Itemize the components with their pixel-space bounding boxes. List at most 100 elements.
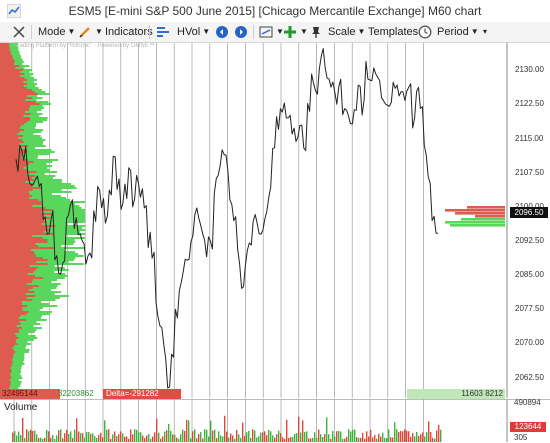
volume-bar [158,432,160,442]
volume-bar [366,431,368,442]
sell-profile-bar [0,63,14,65]
sell-profile-bar [0,297,27,299]
sell-profile-bar [0,167,24,169]
volume-bar [258,436,260,442]
volume-bar [348,429,350,442]
volume-axis-tick: 305 [514,433,528,442]
draw-dropdown-chevron-icon[interactable]: ▼ [95,22,103,42]
volume-bar [90,433,92,442]
volume-bar [78,431,80,442]
volume-bar [274,437,276,442]
sell-profile-bar [0,307,23,309]
volume-bar [38,438,40,442]
volume-bar [268,429,270,442]
sell-profile-bar [0,283,27,285]
sell-profile-bar [0,105,31,107]
period-dropdown[interactable]: Period ▼ [437,22,479,42]
volume-bar [278,430,280,442]
sell-profile-bar [0,243,36,245]
scroll-back-icon[interactable] [215,25,229,39]
sell-profile-bar [0,253,36,255]
sell-profile-bar [0,207,46,209]
add-plus-icon[interactable] [283,25,297,39]
price-level-bar [467,206,505,209]
hvol-dropdown[interactable]: HVol ▼ [177,22,210,42]
price-axis-tick: 2062.50 [515,372,544,382]
sell-profile-bar [0,263,48,265]
crosshair-tools-icon[interactable] [12,25,26,39]
sell-profile-bar [0,337,19,339]
sell-profile-bar [0,361,13,363]
sell-profile-bar [0,111,26,113]
scroll-forward-icon[interactable] [234,25,248,39]
sell-profile-bar [0,325,17,327]
sell-profile-bar [0,269,36,271]
mode-dropdown[interactable]: Mode ▼ [38,22,75,42]
sell-profile-bar [0,205,33,207]
chevron-down-icon: ▼ [202,27,211,37]
sell-profile-bar [0,93,38,95]
volume-bar [180,434,182,442]
chart-type-icon[interactable] [259,25,273,39]
scale-dropdown[interactable]: Scale ▼ [328,22,365,42]
volume-bar [320,434,322,442]
sell-profile-bar [0,357,13,359]
volume-panel-title: Volume [4,402,38,413]
volume-bar [80,433,82,442]
sell-profile-bar [0,257,43,259]
price-axis-tick: 2122.50 [515,99,544,109]
volume-bar [256,437,258,442]
price-axis-tick: 2070.00 [515,338,544,348]
sell-profile-bar [0,113,31,115]
volume-bar [388,429,390,442]
volume-bar [148,433,150,442]
sell-profile-bar [0,97,33,99]
sell-profile-bar [0,301,22,303]
volume-bar [74,429,76,442]
sell-profile-bar [0,119,30,121]
volume-bar [378,433,380,442]
templates-button[interactable]: Templates [368,22,418,42]
volume-bar [308,438,310,442]
volume-bar [276,434,278,442]
price-chart[interactable] [0,43,550,398]
volume-bar [184,430,186,442]
volume-bar [16,435,18,442]
buy-volume-total: 32203862 [58,389,94,398]
volume-bar [210,420,212,442]
sell-profile-bar [0,71,21,73]
sell-profile-bar [0,121,27,123]
volume-bar [426,432,428,442]
toolbar-overflow-icon[interactable]: ▾ [483,22,487,42]
volume-bar [340,431,342,442]
volume-axis-tick: 490894 [514,398,541,407]
volume-bar [380,436,382,442]
volume-bar [76,418,78,442]
sell-profile-bar [0,231,44,233]
volume-bar [358,437,360,442]
add-chevron-icon[interactable]: ▼ [300,22,308,42]
sell-profile-bar [0,265,30,267]
sell-profile-bar [0,189,33,191]
volume-bar [312,437,314,442]
volume-bar [254,430,256,442]
pin-icon[interactable] [309,25,323,39]
volume-bar [372,437,374,442]
sell-profile-bar [0,331,20,333]
volume-bar [52,435,54,442]
sell-profile-bar [0,377,12,379]
volume-bar [112,434,114,442]
sell-profile-bar [0,335,17,337]
pencil-draw-icon[interactable] [78,25,92,39]
volume-bar [60,429,62,442]
indicators-button[interactable]: Indicators [105,22,153,42]
sell-profile-bar [0,65,20,67]
volume-bar [92,433,94,442]
volume-bar [168,423,170,442]
sell-profile-bar [0,177,32,179]
sell-profile-bar [0,367,11,369]
volume-bar [396,429,398,442]
price-axis-tick: 2092.50 [515,235,544,245]
sell-profile-bar [0,369,12,371]
period-label: Period [437,26,469,38]
